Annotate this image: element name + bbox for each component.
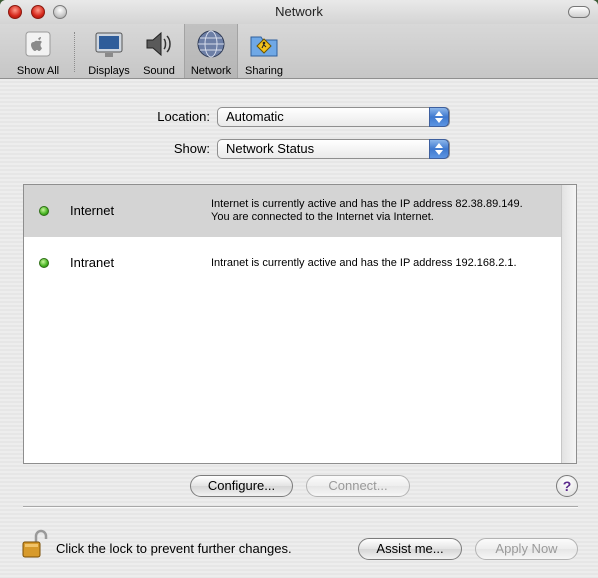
toolbar-displays[interactable]: Displays <box>84 24 134 78</box>
show-label: Show: <box>173 141 210 156</box>
apply-now-button[interactable]: Apply Now <box>475 538 578 560</box>
popup-arrows-icon <box>429 139 449 159</box>
toolbar-label: Sound <box>143 65 175 77</box>
display-icon <box>95 32 123 57</box>
description-line: Internet is currently active and has the… <box>211 198 523 210</box>
toolbar-show-all[interactable]: Show All <box>8 24 68 78</box>
sharing-folder-icon <box>250 36 278 57</box>
help-button[interactable]: ? <box>556 475 578 497</box>
description-line: Intranet is currently active and has the… <box>211 257 517 269</box>
window-title: Network <box>275 4 323 19</box>
show-popup[interactable]: Network Status <box>217 139 450 159</box>
location-label: Location: <box>157 109 210 124</box>
status-row-intranet[interactable]: Intranet Intranet is currently active an… <box>24 237 562 289</box>
status-row-name: Intranet <box>70 255 115 270</box>
toolbar-sharing[interactable]: Sharing <box>240 24 288 78</box>
toolbar-toggle-button[interactable] <box>568 6 590 18</box>
connect-button[interactable]: Connect... <box>306 475 410 497</box>
location-value: Automatic <box>226 109 284 124</box>
scrollbar[interactable] <box>561 185 576 463</box>
apple-icon <box>25 31 51 57</box>
configure-button[interactable]: Configure... <box>190 475 293 497</box>
toolbar-separator <box>74 32 75 72</box>
toolbar-label: Displays <box>88 65 130 77</box>
divider <box>23 506 578 508</box>
toolbar-label: Sharing <box>245 65 283 77</box>
location-popup[interactable]: Automatic <box>217 107 450 127</box>
toolbar-sound[interactable]: Sound <box>138 24 180 78</box>
status-row-internet[interactable]: Internet Internet is currently active an… <box>24 185 562 237</box>
lock-icon[interactable] <box>22 529 48 559</box>
assist-me-button[interactable]: Assist me... <box>358 538 462 560</box>
title-bar[interactable]: Network <box>0 0 598 24</box>
network-status-list[interactable]: Internet Internet is currently active an… <box>23 184 577 464</box>
toolbar-network[interactable]: Network <box>184 24 238 78</box>
popup-arrows-icon <box>429 107 449 127</box>
network-preferences-window: Network Show All Displays Sound Network … <box>0 0 598 578</box>
toolbar-label: Show All <box>16 65 60 77</box>
status-indicator-icon <box>39 206 49 216</box>
network-pane: Location: Automatic Show: Network Status… <box>0 79 598 578</box>
description-line: You are connected to the Internet via In… <box>211 211 434 223</box>
show-value: Network Status <box>226 141 315 156</box>
lock-message: Click the lock to prevent further change… <box>56 541 292 556</box>
preferences-toolbar: Show All Displays Sound Network Sharing <box>0 24 598 79</box>
speaker-icon <box>146 31 171 57</box>
status-row-description: Internet is currently active and has the… <box>211 198 551 224</box>
status-row-name: Internet <box>70 203 115 218</box>
status-indicator-icon <box>39 258 49 268</box>
status-row-description: Intranet is currently active and has the… <box>211 257 551 270</box>
network-globe-icon <box>197 30 225 58</box>
toolbar-label: Network <box>190 65 232 77</box>
